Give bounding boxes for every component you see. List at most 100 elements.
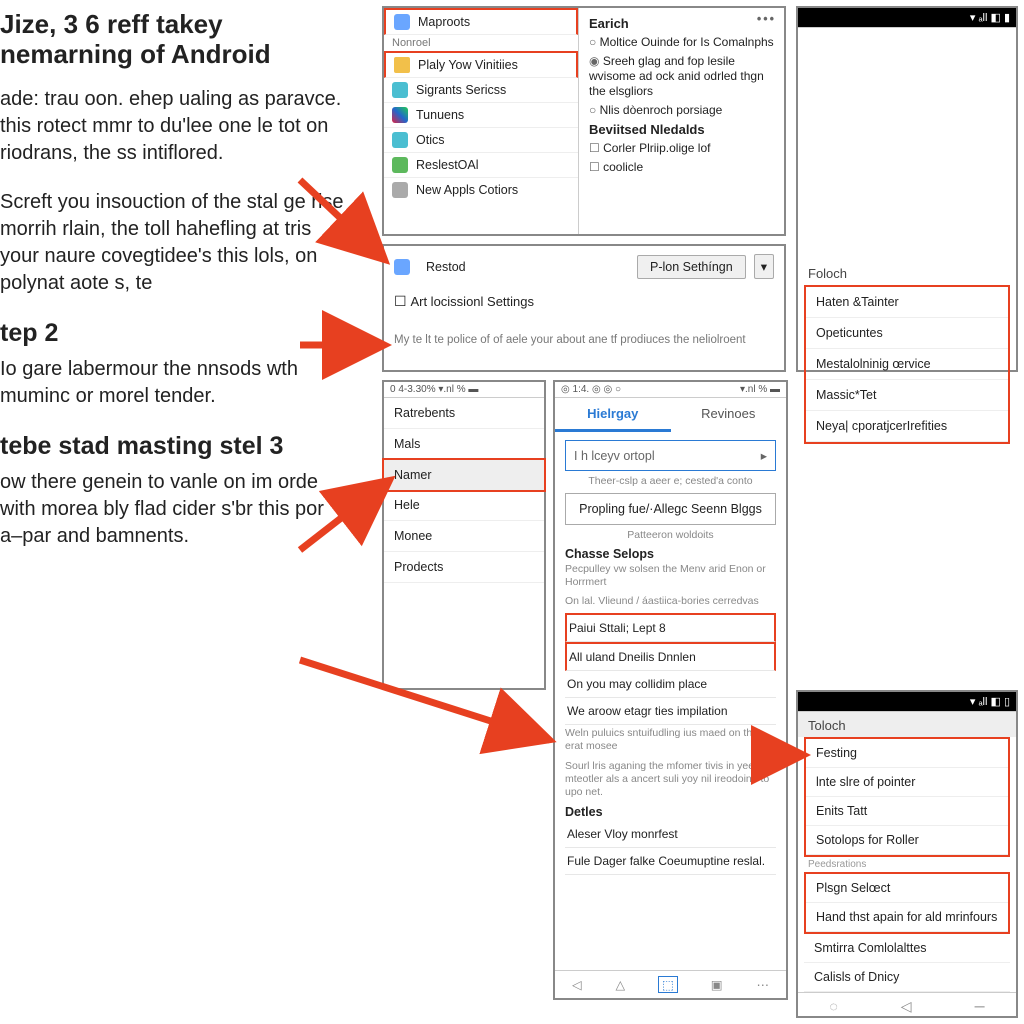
tree-item-label: Plaly Yow Vinitiies — [418, 58, 518, 72]
list-item[interactable]: Fule Dager falke Coeumuptine reslal. — [565, 848, 776, 875]
status-right: ▾.nl % ▬ — [740, 384, 780, 395]
chevron-right-icon: ▸ — [761, 448, 767, 463]
status-bar: 0 4-3.30% ▾.nl % ▬ — [384, 382, 544, 398]
bottom-nav: ◌ ◁ ─ — [798, 992, 1016, 1020]
article-text: Jize, 3 6 reff takey nemarning of Androi… — [0, 0, 360, 582]
list-item[interactable]: We aroow etagr ties impilation — [565, 698, 776, 725]
list-item[interactable]: Opeticuntes — [806, 318, 1008, 349]
toolbar-footer-text: My te lt te police of of aele your about… — [394, 334, 774, 346]
tool-icon — [392, 132, 408, 148]
options-subheading: Beviitsed Nledalds — [589, 122, 774, 137]
tree-item-play[interactable]: Plaly Yow Vinitiies — [384, 51, 578, 78]
list-item[interactable]: Hand thst apain for ald mrinfours — [806, 903, 1008, 932]
phone-main-screen: ◎ 1:4. ◎ ◎ ○ ▾.nl % ▬ Hielrgay Revinoes … — [553, 380, 788, 1000]
phone-foloch-screen: ▾ ₐll ◧ ▮ Foloch Haten &Tainter Opeticun… — [796, 6, 1018, 372]
tab-hielrgay[interactable]: Hielrgay — [555, 398, 671, 432]
settings-dropdown-caret[interactable]: ▾ — [754, 254, 774, 279]
tree-item-label: Tunuens — [416, 108, 464, 122]
list-item[interactable]: On you may collidim place — [565, 671, 776, 698]
highlighted-list: Haten &Tainter Opeticuntes Mestalolninig… — [804, 285, 1010, 444]
list-item[interactable]: Monee — [384, 521, 544, 552]
dropdown-placeholder: I h lceyv ortopl — [574, 449, 655, 463]
tab-bar: Hielrgay Revinoes — [555, 398, 786, 432]
list-item-selected[interactable]: Namer — [384, 460, 544, 490]
list-item[interactable]: Prodects — [384, 552, 544, 583]
list-item[interactable]: Calisls of Dnicy — [804, 963, 1010, 992]
tree-item[interactable]: Tunuens — [384, 103, 578, 128]
list-item[interactable]: Sotolops for Roller — [806, 826, 1008, 855]
screen-title: Toloch — [798, 712, 1016, 737]
step-3-text: ow there genein to vanle on im orde with… — [0, 469, 346, 550]
list-item[interactable]: Festing — [806, 739, 1008, 768]
highlighted-group-2: Plsgn Selœct Hand thst apain for ald mri… — [804, 872, 1010, 934]
list-item[interactable]: Mestalolninig œrvice — [806, 349, 1008, 380]
list-item[interactable]: Paiui Sttali; Lept 8 — [565, 613, 776, 642]
tree-item[interactable]: Sigrants Sericss — [384, 78, 578, 103]
screen-title: Foloch — [798, 258, 1016, 285]
settings-toolbar-panel: Restod P-lon Sethíngn ▾ Art locissionl S… — [382, 244, 786, 372]
nav-line-icon[interactable]: ─ — [975, 998, 985, 1015]
article-title: Jize, 3 6 reff takey nemarning of Androi… — [0, 10, 346, 70]
options-heading: Earich — [589, 16, 774, 31]
primary-action-button[interactable]: Propling fue/·Allegc Seenn Blggs — [565, 493, 776, 525]
status-bar: ▾ ₐll ◧ ▯ — [798, 692, 1016, 712]
tree-item-maproots[interactable]: Maproots — [384, 8, 578, 35]
radio-option[interactable]: Nlis dòenroch porsiage — [589, 103, 774, 118]
group-3: Smtirra Comlolalttes Calisls of Dnicy — [804, 934, 1010, 992]
tree-item[interactable]: Otics — [384, 128, 578, 153]
step-2-text: Io gare labermour the nnsods wth muminc … — [0, 356, 346, 410]
nav-home-icon[interactable]: △ — [616, 977, 626, 992]
tree-item-label: New Appls Cotiors — [416, 183, 518, 197]
caption-text: On lal. Vlieund / áastiica-bories cerred… — [565, 595, 776, 607]
explorer-options: Earich Moltice Ouinde for Is Comalnphs S… — [579, 8, 784, 234]
toolbar-label: Restod — [426, 260, 629, 274]
list-item[interactable]: Smtirra Comlolalttes — [804, 934, 1010, 963]
section-heading: Detles — [565, 805, 776, 819]
list-item-desc: Weln puluics sntuifudling ius maed on th… — [565, 727, 776, 753]
group-separator-label: Peedsrations — [798, 857, 1016, 872]
app-icon — [392, 82, 408, 98]
tree-item-label: Maproots — [418, 15, 470, 29]
paragraph-2: Screft you insouction of the stal ge ris… — [0, 189, 346, 297]
list-item[interactable]: Massic*Tet — [806, 380, 1008, 411]
list-item[interactable]: Enits Tatt — [806, 797, 1008, 826]
list-item-desc: Sourl lris aganing the mfomer tivis in y… — [565, 760, 776, 799]
nav-back-icon[interactable]: ◁ — [572, 977, 582, 992]
leaf-icon — [392, 157, 408, 173]
list-item[interactable]: Hele — [384, 490, 544, 521]
settings-button[interactable]: P-lon Sethíngn — [637, 255, 746, 279]
list-item[interactable]: Haten &Tainter — [806, 287, 1008, 318]
app-icon — [394, 259, 410, 275]
list-item[interactable]: Neya| cporatjcerIrefities — [806, 411, 1008, 442]
phone-sidebar-list: 0 4-3.30% ▾.nl % ▬ Ratrebents Mals Namer… — [382, 380, 546, 690]
list-item[interactable]: Mals — [384, 429, 544, 460]
nav-circle-icon[interactable]: ◌ — [829, 998, 837, 1015]
tree-item[interactable]: New Appls Cotiors — [384, 178, 578, 202]
tree-item-label: Otics — [416, 133, 444, 147]
checkbox-option[interactable]: coolicle — [589, 160, 774, 175]
section-desc: Pecpulley vw solsen the Menv arid Enon o… — [565, 563, 776, 589]
wrench-icon — [392, 182, 408, 198]
nav-more-icon[interactable]: ⋯ — [757, 977, 770, 992]
nav-center-icon[interactable]: ⬚ — [659, 977, 677, 992]
tab-revinoes[interactable]: Revinoes — [671, 398, 787, 432]
tree-item[interactable]: ReslestOAl — [384, 153, 578, 178]
radio-option[interactable]: Sreeh glag and fop lesile wvisome ad ock… — [589, 54, 774, 99]
tree-branch-label: Nonroel — [384, 35, 578, 51]
step-3-heading: tebe stad masting stel 3 — [0, 432, 346, 461]
checkbox-option[interactable]: Corler Plriip.olige lof — [589, 141, 774, 156]
radio-option[interactable]: Moltice Ouinde for Is Comalnphs — [589, 35, 774, 50]
nav-back-icon[interactable]: ◁ — [901, 998, 912, 1015]
list-item[interactable]: Plsgn Selœct — [806, 874, 1008, 903]
list-item[interactable]: Ratrebents — [384, 398, 544, 429]
checkbox-artlocissionl[interactable]: Art locissionl Settings — [394, 293, 774, 310]
list-item[interactable]: Aleser Vloy monrfest — [565, 821, 776, 848]
button-label: P-lon Sethíngn — [650, 260, 733, 274]
explorer-tree: Maproots Nonroel Plaly Yow Vinitiies Sig… — [384, 8, 579, 234]
highlighted-group-1: Festing lnte slre of pointer Enits Tatt … — [804, 737, 1010, 857]
list-item[interactable]: lnte slre of pointer — [806, 768, 1008, 797]
nav-recent-icon[interactable]: ▣ — [711, 977, 723, 992]
dropdown-select[interactable]: I h lceyv ortopl ▸ — [565, 440, 776, 471]
more-icon[interactable]: ••• — [757, 12, 776, 26]
list-item[interactable]: All uland Dneilis Dnnlen — [565, 642, 776, 671]
